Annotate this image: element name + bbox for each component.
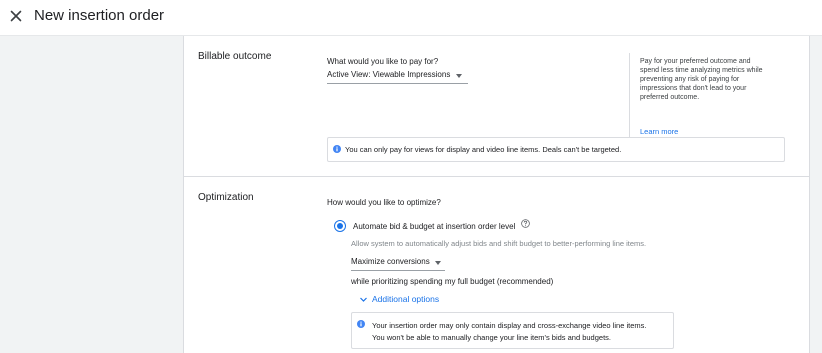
chevron-down-icon[interactable] <box>359 295 368 304</box>
page-title: New insertion order <box>34 7 165 24</box>
goal-value: Maximize conversions <box>351 257 430 266</box>
additional-options-link[interactable]: Additional options <box>372 294 439 304</box>
info-icon <box>357 320 365 328</box>
radio-selected-dot <box>337 223 343 229</box>
header-bar: New insertion order <box>0 0 822 36</box>
optimization-section-title: Optimization <box>198 192 254 203</box>
billable-outcome-dropdown[interactable]: Active View: Viewable Impressions <box>327 67 468 84</box>
billable-outcome-value: Active View: Viewable Impressions <box>327 70 451 79</box>
close-icon[interactable] <box>8 8 24 24</box>
help-icon[interactable] <box>521 219 530 228</box>
billable-section-title: Billable outcome <box>198 51 272 62</box>
optimization-info-line2: You won't be able to manually change you… <box>372 333 611 342</box>
billable-question: What would you like to pay for? <box>327 57 439 66</box>
automate-option-label[interactable]: Automate bid & budget at insertion order… <box>353 222 515 231</box>
optimization-info-line1: Your insertion order may only contain di… <box>372 321 647 330</box>
billable-info-text: You can only pay for views for display a… <box>345 145 622 154</box>
info-icon <box>333 145 341 153</box>
learn-more-link[interactable]: Learn more <box>640 127 678 136</box>
automate-option-hint: Allow system to automatically adjust bid… <box>351 239 647 248</box>
settings-panel: Billable outcome What would you like to … <box>183 36 810 353</box>
section-divider <box>184 176 809 177</box>
goal-dropdown[interactable]: Maximize conversions <box>351 254 445 271</box>
chevron-down-icon <box>435 261 441 265</box>
billable-info-box: You can only pay for views for display a… <box>327 137 785 162</box>
priority-text: while prioritizing spending my full budg… <box>351 277 554 286</box>
billable-side-note-text: Pay for your preferred outcome and spend… <box>640 58 763 101</box>
optimization-info-box: Your insertion order may only contain di… <box>351 312 674 349</box>
automate-radio[interactable] <box>334 220 346 232</box>
optimization-question: How would you like to optimize? <box>327 198 441 207</box>
chevron-down-icon <box>456 74 462 78</box>
billable-side-note: Pay for your preferred outcome and spend… <box>629 53 780 137</box>
